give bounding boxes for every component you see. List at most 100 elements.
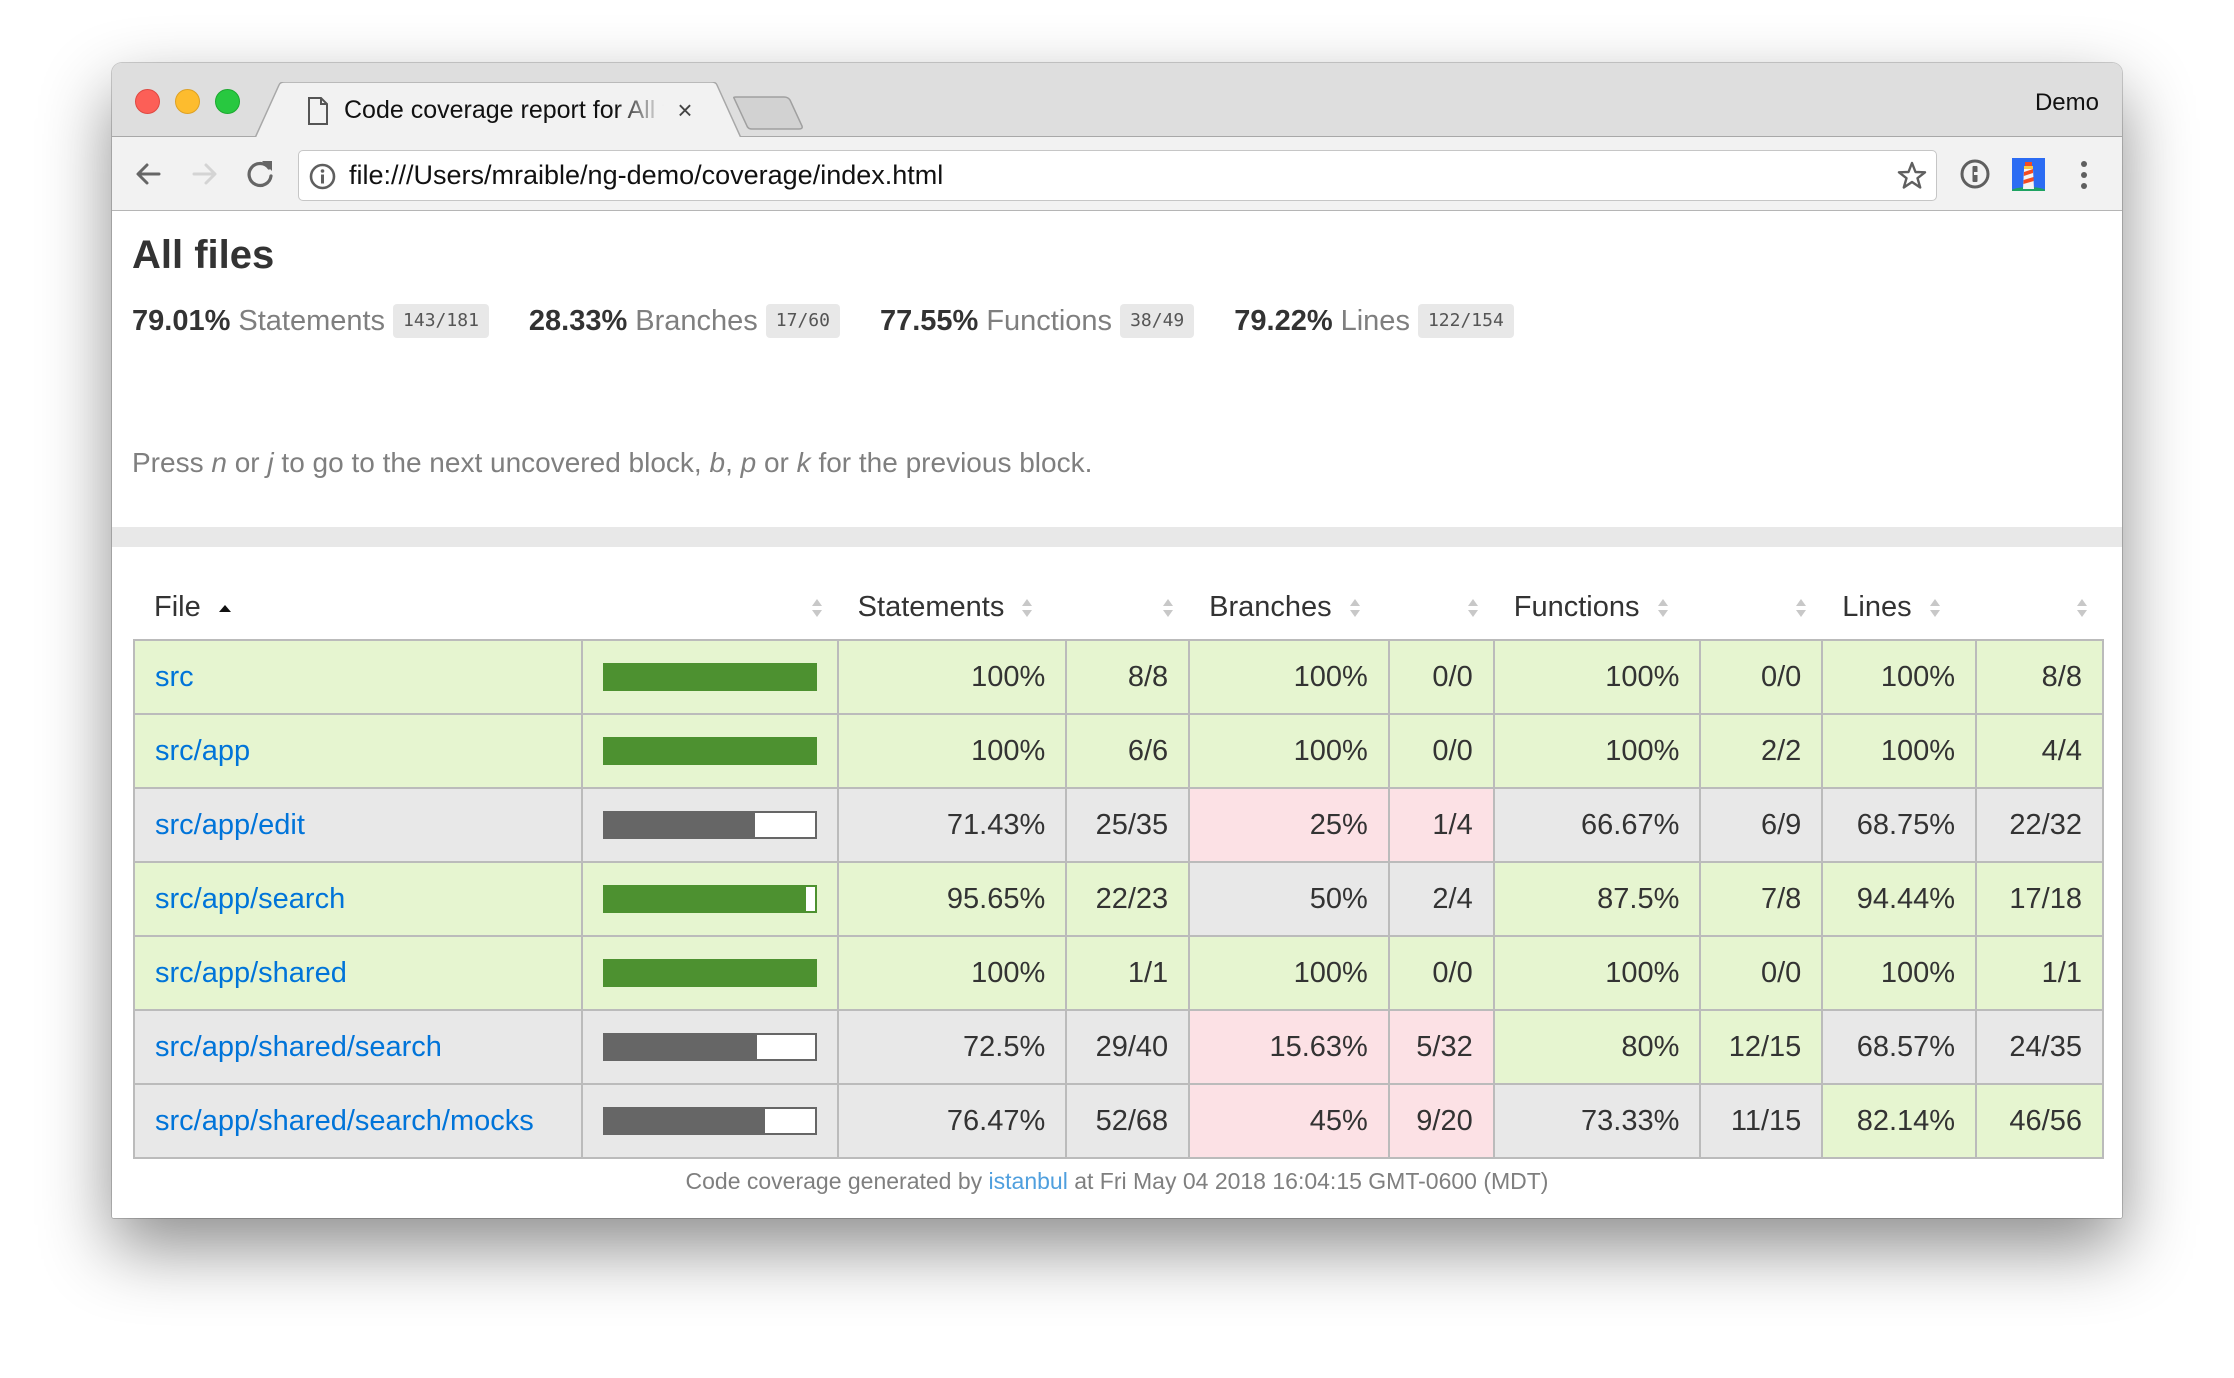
- statements-fraction-cell: 6/6: [1065, 713, 1191, 789]
- lines-pct-cell: 100%: [1821, 639, 1978, 715]
- summary-pct: 79.01%: [132, 304, 231, 337]
- functions-pct-cell: 100%: [1492, 639, 1702, 715]
- footer-text: Code coverage generated by: [685, 1168, 989, 1194]
- branches-pct-cell: 100%: [1188, 639, 1390, 715]
- page-content: All files 79.01% Statements 143/181 28.3…: [112, 211, 2122, 1218]
- tab-title: Code coverage report for All files: [344, 96, 664, 124]
- info-icon[interactable]: [309, 163, 336, 190]
- forward-button[interactable]: [187, 157, 221, 191]
- reload-button[interactable]: [243, 157, 277, 191]
- file-link[interactable]: src/app/shared: [155, 957, 347, 989]
- file-link[interactable]: src: [155, 661, 194, 693]
- summary-label: Functions: [986, 304, 1113, 337]
- hint-text: for the previous block.: [810, 447, 1093, 478]
- file-cell: src/app/shared: [133, 935, 583, 1011]
- header-branches-raw[interactable]: [1389, 575, 1494, 640]
- tab-strip: Code coverage report for All files × Dem…: [112, 63, 2122, 138]
- coverage-bar-cell: [580, 713, 839, 789]
- header-functions-raw[interactable]: [1700, 575, 1822, 640]
- tab-close-icon[interactable]: ×: [672, 96, 698, 124]
- statements-fraction-cell: 22/23: [1065, 861, 1191, 937]
- reload-icon: [247, 161, 273, 188]
- statements-fraction-cell: 52/68: [1065, 1083, 1191, 1159]
- header-statements[interactable]: Statements: [838, 575, 1067, 640]
- statements-fraction-cell: 25/35: [1065, 787, 1191, 863]
- table-row: src/app/shared 100% 1/1 100% 0/0 100% 0/0 100% 1…: [133, 935, 2104, 1011]
- summary-fraction-badge: 17/60: [765, 304, 840, 338]
- footer-timestamp: at Fri May 04 2018 16:04:15 GMT-0600 (MD…: [1067, 1168, 1549, 1194]
- close-window-button[interactable]: [135, 89, 160, 114]
- 1password-icon[interactable]: [1959, 158, 1991, 190]
- lines-pct-cell: 94.44%: [1821, 861, 1978, 937]
- file-link[interactable]: src/app: [155, 735, 250, 767]
- coverage-summary: 79.01% Statements 143/181 28.33% Branche…: [132, 303, 1554, 339]
- statements-pct-cell: 100%: [836, 639, 1068, 715]
- back-button[interactable]: [132, 157, 166, 191]
- branches-pct-cell: 25%: [1188, 787, 1390, 863]
- lines-pct-cell: 82.14%: [1821, 1083, 1978, 1159]
- zoom-window-button[interactable]: [215, 89, 240, 114]
- coverage-bar-fill: [604, 739, 815, 763]
- lines-fraction-cell: 8/8: [1975, 639, 2104, 715]
- summary-pct: 28.33%: [528, 304, 628, 337]
- functions-fraction-cell: 0/0: [1699, 639, 1824, 715]
- hint-text: or: [226, 447, 268, 478]
- summary-label: Lines: [1340, 304, 1410, 337]
- header-branches[interactable]: Branches: [1189, 575, 1389, 640]
- header-file[interactable]: File: [134, 575, 582, 640]
- functions-pct-cell: 87.5%: [1492, 861, 1702, 937]
- statements-pct-cell: 100%: [836, 713, 1068, 789]
- kebab-menu-icon[interactable]: [2072, 157, 2096, 193]
- file-link[interactable]: src/app/shared/search: [155, 1031, 442, 1063]
- branches-fraction-cell: 0/0: [1387, 935, 1495, 1011]
- lines-pct-cell: 68.57%: [1821, 1009, 1978, 1085]
- istanbul-link[interactable]: istanbul: [989, 1168, 1068, 1194]
- sort-icon: [1657, 598, 1668, 617]
- functions-fraction-cell: 6/9: [1699, 787, 1824, 863]
- functions-pct-cell: 100%: [1492, 713, 1702, 789]
- file-link[interactable]: src/app/shared/search/mocks: [155, 1105, 534, 1137]
- header-statements-raw[interactable]: [1066, 575, 1189, 640]
- coverage-bar-cell: [580, 639, 839, 715]
- coverage-bar-fill: [604, 887, 806, 911]
- lighthouse-icon[interactable]: [2012, 158, 2045, 191]
- hint-text: Press: [132, 447, 212, 478]
- branches-fraction-cell: 0/0: [1387, 639, 1495, 715]
- hint-key: n: [211, 447, 227, 478]
- profile-name[interactable]: Demo: [2035, 89, 2099, 117]
- hint-key: b: [709, 447, 726, 478]
- statements-pct-cell: 95.65%: [836, 861, 1068, 937]
- table-header-row: File Statements Branches Functions Lines: [134, 575, 2103, 640]
- header-functions[interactable]: Functions: [1494, 575, 1701, 640]
- file-link[interactable]: src/app/search: [155, 883, 345, 915]
- file-link[interactable]: src/app/edit: [155, 809, 305, 841]
- file-cell: src/app/edit: [133, 787, 583, 863]
- statements-pct-cell: 72.5%: [836, 1009, 1068, 1085]
- summary-branches: 28.33% Branches 17/60: [529, 304, 840, 338]
- minimize-window-button[interactable]: [175, 89, 200, 114]
- browser-tab-active[interactable]: Code coverage report for All files ×: [255, 82, 741, 138]
- functions-pct-cell: 80%: [1492, 1009, 1702, 1085]
- lines-fraction-cell: 17/18: [1975, 861, 2104, 937]
- coverage-bar-fill: [604, 1109, 766, 1133]
- branches-pct-cell: 100%: [1188, 935, 1390, 1011]
- coverage-bar: [602, 1033, 817, 1061]
- url-text[interactable]: file:///Users/mraible/ng-demo/coverage/i…: [349, 151, 943, 200]
- new-tab-button[interactable]: [732, 96, 804, 130]
- header-lines[interactable]: Lines: [1822, 575, 1976, 640]
- address-bar[interactable]: file:///Users/mraible/ng-demo/coverage/i…: [298, 150, 1937, 201]
- lines-fraction-cell: 46/56: [1975, 1083, 2104, 1159]
- file-cell: src: [133, 639, 583, 715]
- table-row: src/app/edit 71.43% 25/35 25% 1/4 66.67% 6/9 68…: [133, 787, 2104, 863]
- lines-pct-cell: 100%: [1821, 935, 1978, 1011]
- sort-icon: [1796, 598, 1807, 617]
- header-file-bar[interactable]: [582, 575, 838, 640]
- statements-fraction-cell: 29/40: [1065, 1009, 1191, 1085]
- hint-text: ,: [725, 447, 741, 478]
- coverage-bar-fill: [604, 1035, 757, 1059]
- statements-fraction-cell: 8/8: [1065, 639, 1191, 715]
- summary-pct: 77.55%: [879, 304, 979, 337]
- star-icon[interactable]: [1896, 160, 1928, 192]
- header-lines-raw[interactable]: [1976, 575, 2103, 640]
- functions-pct-cell: 66.67%: [1492, 787, 1702, 863]
